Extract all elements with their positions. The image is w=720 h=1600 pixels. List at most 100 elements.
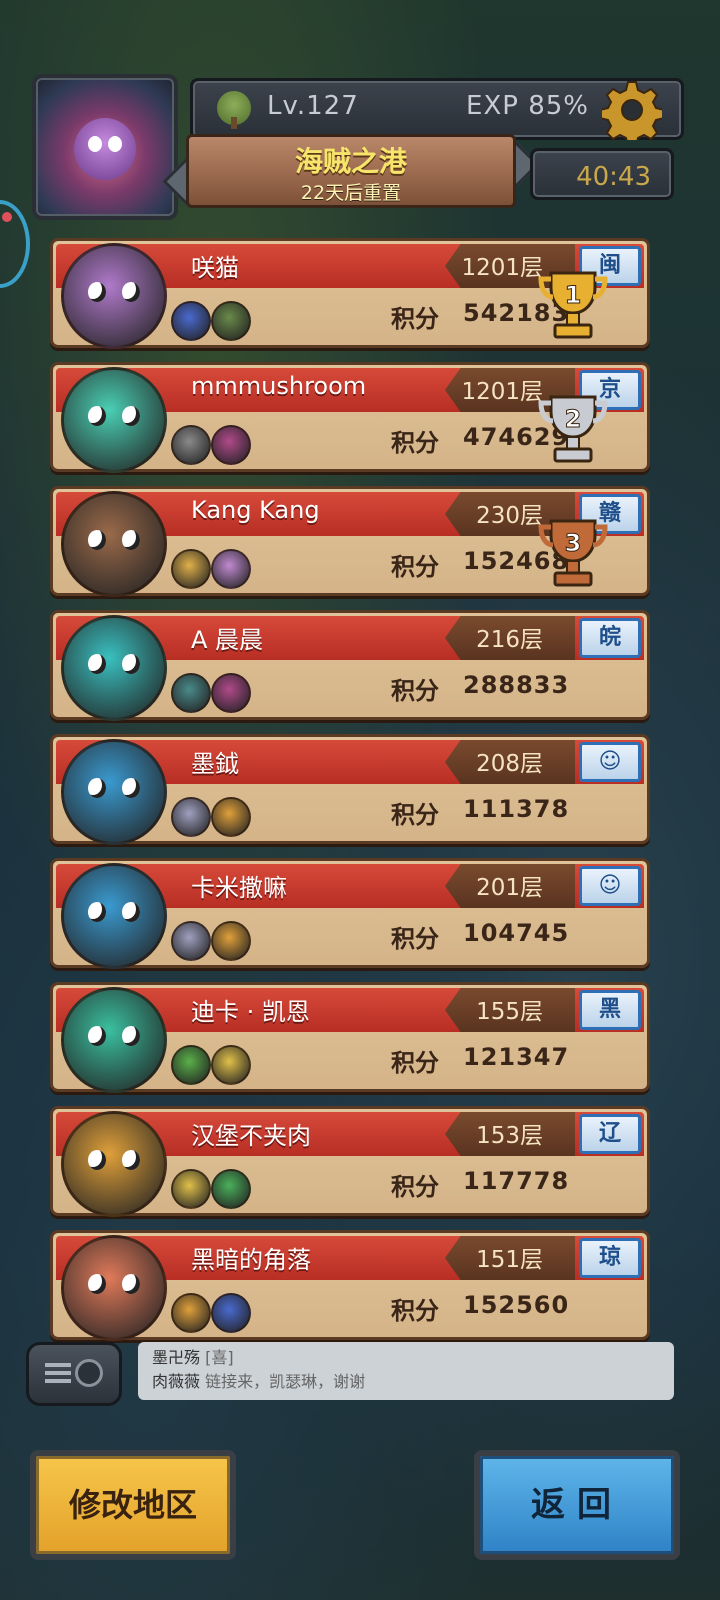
pet-icon xyxy=(171,797,211,837)
pet-icon xyxy=(211,797,251,837)
ranking-card[interactable]: A 晨晨 216层 皖积分 288833 xyxy=(50,610,650,721)
region-badge: 琼 xyxy=(579,1238,641,1278)
gear-icon[interactable] xyxy=(602,80,662,140)
pet-icon xyxy=(211,425,251,465)
floor-count: 201层 xyxy=(476,875,543,901)
player-name: A 晨晨 xyxy=(191,626,264,654)
hero-avatar xyxy=(61,491,167,597)
hero-avatar xyxy=(61,615,167,721)
score-label: 积分 xyxy=(391,1297,439,1325)
timer: 40:43 xyxy=(530,148,674,200)
score-label: 积分 xyxy=(391,305,439,333)
chat-button[interactable] xyxy=(26,1342,122,1406)
tree-icon xyxy=(217,91,251,129)
hero-avatar xyxy=(61,987,167,1093)
svg-text:3: 3 xyxy=(565,529,582,557)
score-value: 121347 xyxy=(463,1043,570,1071)
floor-count: 1201层 xyxy=(461,379,543,405)
hero-avatar xyxy=(61,243,167,349)
score-label: 积分 xyxy=(391,429,439,457)
hero-avatar xyxy=(61,367,167,473)
hero-avatar xyxy=(61,1235,167,1341)
map-title: 海贼之港 xyxy=(294,145,407,178)
chat-line-2: 肉薇薇 链接来，凯瑟琳，谢谢 xyxy=(152,1370,660,1394)
svg-text:1: 1 xyxy=(565,281,582,309)
hero-avatar xyxy=(61,863,167,969)
pet-icon xyxy=(171,1293,211,1333)
chat-user: 墨卍殇 xyxy=(152,1348,201,1367)
avatar-face xyxy=(74,118,136,180)
gold-trophy-icon: 1 xyxy=(538,271,608,339)
player-name: 卡米撒嘛 xyxy=(191,874,287,902)
score-value: 104745 xyxy=(463,919,570,947)
ranking-card[interactable]: 卡米撒嘛 201层 ☺ 积分 104745 xyxy=(50,858,650,969)
back-button[interactable]: 返回 xyxy=(474,1450,680,1560)
chat-line-1: 墨卍殇 [喜] xyxy=(152,1346,660,1370)
pet-icon xyxy=(211,1045,251,1085)
chat-lines-icon xyxy=(45,1363,71,1367)
svg-text:2: 2 xyxy=(565,405,582,433)
region-badge: ☺ xyxy=(579,866,641,906)
score-label: 积分 xyxy=(391,553,439,581)
silver-trophy-icon: 2 xyxy=(538,395,608,463)
pet-icon xyxy=(171,1045,211,1085)
score-value: 288833 xyxy=(463,671,570,699)
ranking-card[interactable]: 咲猫 1201层闽积分 542183 1 xyxy=(50,238,650,349)
chat-dot-icon xyxy=(75,1359,103,1387)
bronze-trophy-icon: 3 xyxy=(538,519,608,587)
chat-panel[interactable]: 墨卍殇 [喜] 肉薇薇 链接来，凯瑟琳，谢谢 xyxy=(138,1342,674,1400)
floor-count: 1201层 xyxy=(461,255,543,281)
score-value: 152560 xyxy=(463,1291,570,1319)
player-level: Lv.127 xyxy=(267,91,359,121)
score-value: 111378 xyxy=(463,795,570,823)
player-name: 咲猫 xyxy=(191,254,239,282)
region-badge: ☺ xyxy=(579,742,641,782)
hero-avatar xyxy=(61,739,167,845)
pet-icon xyxy=(211,673,251,713)
chat-user: 肉薇薇 xyxy=(152,1372,201,1391)
ranking-card[interactable]: mmmushroom 1201层京积分 474629 2 xyxy=(50,362,650,473)
ranking-card[interactable]: 迪卡 · 凯恩 155层 黑积分 121347 xyxy=(50,982,650,1093)
player-name: 墨鉞 xyxy=(191,750,239,778)
chat-tag: [喜] xyxy=(205,1348,234,1367)
score-label: 积分 xyxy=(391,801,439,829)
region-badge: 黑 xyxy=(579,990,641,1030)
score-value: 117778 xyxy=(463,1167,570,1195)
ranking-card[interactable]: 黑暗的角落 151层 琼积分 152560 xyxy=(50,1230,650,1341)
pet-icon xyxy=(171,1169,211,1209)
ranking-card[interactable]: 墨鉞 208层 ☺ 积分 111378 xyxy=(50,734,650,845)
pet-icon xyxy=(211,1169,251,1209)
floor-count: 208层 xyxy=(476,751,543,777)
pet-icon xyxy=(171,549,211,589)
chat-message: 链接来，凯瑟琳，谢谢 xyxy=(205,1372,366,1391)
ranking-card[interactable]: 汉堡不夹肉 153层 辽积分 117778 xyxy=(50,1106,650,1217)
pet-icon xyxy=(211,921,251,961)
pet-icon xyxy=(171,301,211,341)
floor-count: 216层 xyxy=(476,627,543,653)
floor-count: 151层 xyxy=(476,1247,543,1273)
score-label: 积分 xyxy=(391,677,439,705)
region-badge: 辽 xyxy=(579,1114,641,1154)
player-name: mmmushroom xyxy=(191,372,367,400)
player-name: 迪卡 · 凯恩 xyxy=(191,998,310,1026)
pet-icon xyxy=(171,425,211,465)
player-exp: EXP 85% xyxy=(466,91,589,121)
pet-icon xyxy=(171,673,211,713)
change-region-button[interactable]: 修改地区 xyxy=(30,1450,236,1560)
floor-count: 230层 xyxy=(476,503,543,529)
region-badge: 皖 xyxy=(579,618,641,658)
reset-countdown: 22天后重置 xyxy=(300,182,402,204)
pet-icon xyxy=(211,301,251,341)
pet-icon xyxy=(171,921,211,961)
pet-icon xyxy=(211,549,251,589)
map-title-plank: 海贼之港 22天后重置 xyxy=(162,134,540,208)
player-avatar[interactable] xyxy=(32,74,178,220)
floor-count: 153层 xyxy=(476,1123,543,1149)
notification-dot xyxy=(2,212,12,222)
score-label: 积分 xyxy=(391,1173,439,1201)
floor-count: 155层 xyxy=(476,999,543,1025)
pet-icon xyxy=(211,1293,251,1333)
player-name: 黑暗的角落 xyxy=(191,1246,311,1274)
ranking-card[interactable]: Kang Kang 230层赣积分 152468 3 xyxy=(50,486,650,597)
player-name: Kang Kang xyxy=(191,496,320,524)
